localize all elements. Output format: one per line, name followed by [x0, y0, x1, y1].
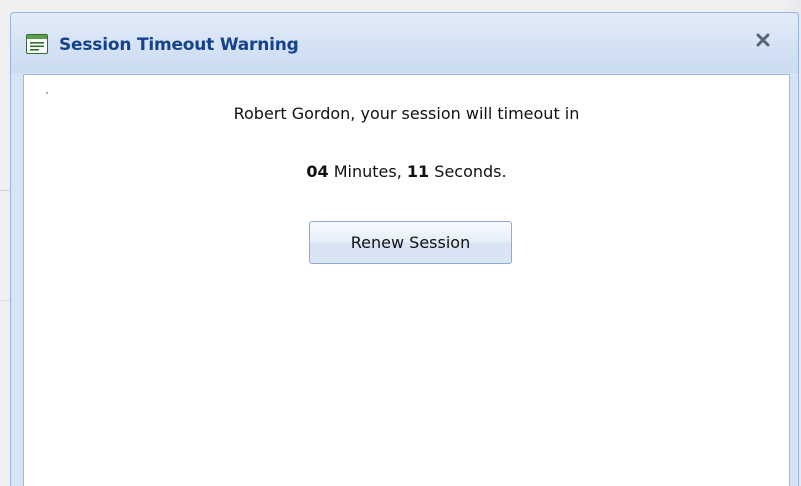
- countdown-text: 04 Minutes, 11 Seconds.: [24, 162, 789, 181]
- countdown-minutes: 04: [306, 162, 329, 181]
- dialog-body: Robert Gordon, your session will timeout…: [23, 74, 790, 486]
- decorative-dot: [46, 92, 48, 94]
- dialog-title: Session Timeout Warning: [59, 35, 299, 55]
- window-icon: [26, 34, 48, 54]
- close-icon[interactable]: [750, 28, 776, 52]
- timeout-message: Robert Gordon, your session will timeout…: [233, 104, 580, 123]
- session-timeout-dialog: Session Timeout Warning Robert Gordon, y…: [10, 12, 799, 486]
- renew-session-button[interactable]: Renew Session: [309, 221, 512, 264]
- minutes-label: Minutes,: [333, 162, 402, 181]
- dialog-titlebar[interactable]: Session Timeout Warning: [11, 13, 798, 73]
- seconds-label: Seconds.: [434, 162, 507, 181]
- countdown-seconds: 11: [406, 162, 430, 181]
